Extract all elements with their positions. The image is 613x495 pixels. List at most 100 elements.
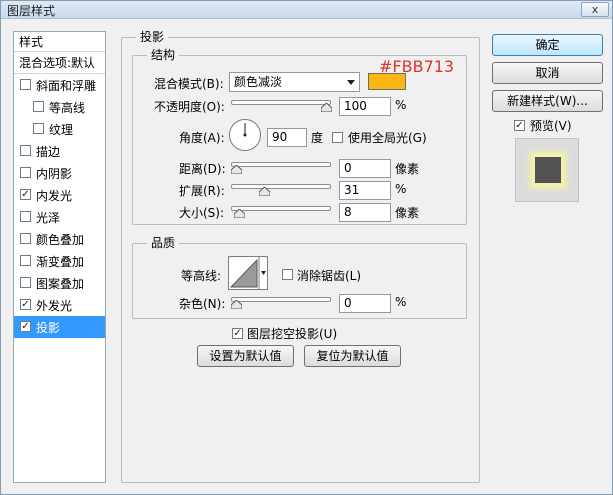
- color-annotation: #FBB713: [379, 57, 455, 76]
- style-item-checkbox[interactable]: [20, 255, 31, 266]
- preview-thumbnail: [533, 155, 563, 185]
- slider-thumb[interactable]: [231, 165, 242, 174]
- style-list-item[interactable]: ✓ 外发光: [14, 294, 105, 316]
- style-item-label: 描边: [36, 145, 61, 159]
- distance-unit: 像素: [395, 162, 420, 176]
- style-item-label: 颜色叠加: [36, 233, 85, 247]
- opacity-slider-track[interactable]: [231, 100, 332, 112]
- make-default-button[interactable]: 设置为默认值: [197, 345, 294, 367]
- style-list-item[interactable]: 光泽: [14, 206, 105, 228]
- size-slider-track[interactable]: [231, 206, 331, 218]
- ok-button[interactable]: 确定: [492, 34, 603, 56]
- dialog-title: 图层样式: [7, 4, 56, 18]
- style-list-item[interactable]: 斜面和浮雕: [14, 74, 105, 96]
- style-item-label: 内发光: [36, 189, 73, 203]
- angle-label: 角度(A):: [179, 131, 225, 145]
- noise-input[interactable]: 0: [339, 294, 391, 313]
- style-item-checkbox[interactable]: [20, 167, 31, 178]
- style-item-checkbox[interactable]: [33, 123, 44, 134]
- quality-title: 品质: [147, 236, 180, 250]
- reset-default-button[interactable]: 复位为默认值: [304, 345, 401, 367]
- contour-picker[interactable]: [228, 256, 268, 290]
- slider-thumb[interactable]: [233, 209, 245, 218]
- knockout-label: 图层挖空投影(U): [247, 327, 338, 341]
- knockout-checkbox[interactable]: ✓: [232, 328, 243, 339]
- blend-mode-select[interactable]: 颜色减淡: [229, 72, 360, 92]
- chevron-down-icon: [261, 271, 266, 275]
- style-item-label: 等高线: [49, 101, 86, 115]
- style-item-checkbox[interactable]: [20, 277, 31, 288]
- spread-unit: %: [395, 182, 407, 196]
- blend-mode-label: 混合模式(B):: [154, 77, 224, 91]
- spread-input[interactable]: 31: [339, 181, 391, 200]
- style-preview: [515, 138, 579, 202]
- chevron-down-icon: [347, 80, 355, 85]
- size-input[interactable]: 8: [339, 203, 391, 222]
- size-unit: 像素: [395, 206, 420, 220]
- angle-needle-icon: [243, 123, 247, 137]
- slider-thumb[interactable]: [258, 187, 270, 196]
- blending-options-item[interactable]: 混合选项:默认: [14, 52, 105, 74]
- style-item-checkbox[interactable]: ✓: [20, 321, 31, 332]
- style-list-item[interactable]: ✓ 内发光: [14, 184, 105, 206]
- opacity-input[interactable]: 100: [339, 97, 391, 116]
- anti-alias-checkbox[interactable]: [282, 269, 293, 280]
- preview-checkbox[interactable]: ✓: [514, 120, 525, 131]
- style-item-checkbox[interactable]: [20, 145, 31, 156]
- cancel-button[interactable]: 取消: [492, 62, 603, 84]
- style-item-label: 投影: [36, 321, 61, 335]
- style-item-checkbox[interactable]: ✓: [20, 189, 31, 200]
- contour-label: 等高线:: [181, 269, 222, 283]
- distance-slider-track[interactable]: [231, 162, 331, 174]
- style-item-label: 外发光: [36, 299, 73, 313]
- blend-mode-value: 颜色减淡: [234, 75, 283, 89]
- style-list-item[interactable]: 等高线: [14, 96, 105, 118]
- noise-label: 杂色(N):: [179, 297, 226, 311]
- slider-thumb[interactable]: [231, 300, 242, 309]
- style-list-header[interactable]: 样式: [14, 32, 105, 52]
- linear-contour-icon: [229, 257, 266, 289]
- style-item-label: 图案叠加: [36, 277, 85, 291]
- title-bar: 图层样式 x: [1, 1, 612, 19]
- style-item-label: 纹理: [49, 123, 74, 137]
- style-list-item[interactable]: 纹理: [14, 118, 105, 140]
- style-item-label: 光泽: [36, 211, 61, 225]
- opacity-label: 不透明度(O):: [154, 100, 225, 114]
- preview-label: 预览(V): [530, 119, 572, 133]
- anti-alias-label: 消除锯齿(L): [297, 269, 362, 283]
- style-list-item[interactable]: 渐变叠加: [14, 250, 105, 272]
- opacity-unit: %: [395, 98, 407, 112]
- global-light-label: 使用全局光(G): [348, 131, 427, 145]
- angle-input[interactable]: 90: [267, 128, 307, 147]
- style-item-checkbox[interactable]: [33, 101, 44, 112]
- layer-style-dialog: 图层样式 x 样式 混合选项:默认 斜面和浮雕 等高线 纹理 描边 内阴影 ✓ 内发光 光泽颜…: [0, 0, 613, 495]
- style-item-label: 斜面和浮雕: [36, 79, 97, 93]
- style-list-item[interactable]: ✓ 投影: [14, 316, 105, 338]
- style-list-item[interactable]: 内阴影: [14, 162, 105, 184]
- style-item-label: 渐变叠加: [36, 255, 85, 269]
- noise-unit: %: [395, 295, 407, 309]
- style-item-checkbox[interactable]: ✓: [20, 299, 31, 310]
- spread-label: 扩展(R):: [179, 184, 225, 198]
- slider-thumb[interactable]: [321, 103, 332, 112]
- style-list-item[interactable]: 图案叠加: [14, 272, 105, 294]
- close-icon: x: [591, 3, 599, 16]
- noise-slider-track[interactable]: [231, 297, 331, 309]
- style-item-checkbox[interactable]: [20, 233, 31, 244]
- angle-dial[interactable]: [229, 119, 261, 151]
- distance-label: 距离(D):: [179, 162, 226, 176]
- global-light-checkbox[interactable]: [332, 132, 343, 143]
- style-list-item[interactable]: 描边: [14, 140, 105, 162]
- distance-input[interactable]: 0: [339, 159, 391, 178]
- style-list-item[interactable]: 颜色叠加: [14, 228, 105, 250]
- new-style-button[interactable]: 新建样式(W)...: [492, 90, 603, 112]
- panel-title: 投影: [136, 30, 169, 44]
- close-button[interactable]: x: [581, 2, 609, 17]
- spread-slider-track[interactable]: [231, 184, 331, 196]
- structure-title: 结构: [147, 48, 180, 62]
- style-item-checkbox[interactable]: [20, 211, 31, 222]
- style-list: 样式 混合选项:默认 斜面和浮雕等高线纹理描边内阴影 ✓ 内发光光泽颜色叠加渐变叠加…: [13, 31, 106, 483]
- angle-unit: 度: [311, 131, 324, 145]
- style-item-checkbox[interactable]: [20, 79, 31, 90]
- style-item-label: 内阴影: [36, 167, 73, 181]
